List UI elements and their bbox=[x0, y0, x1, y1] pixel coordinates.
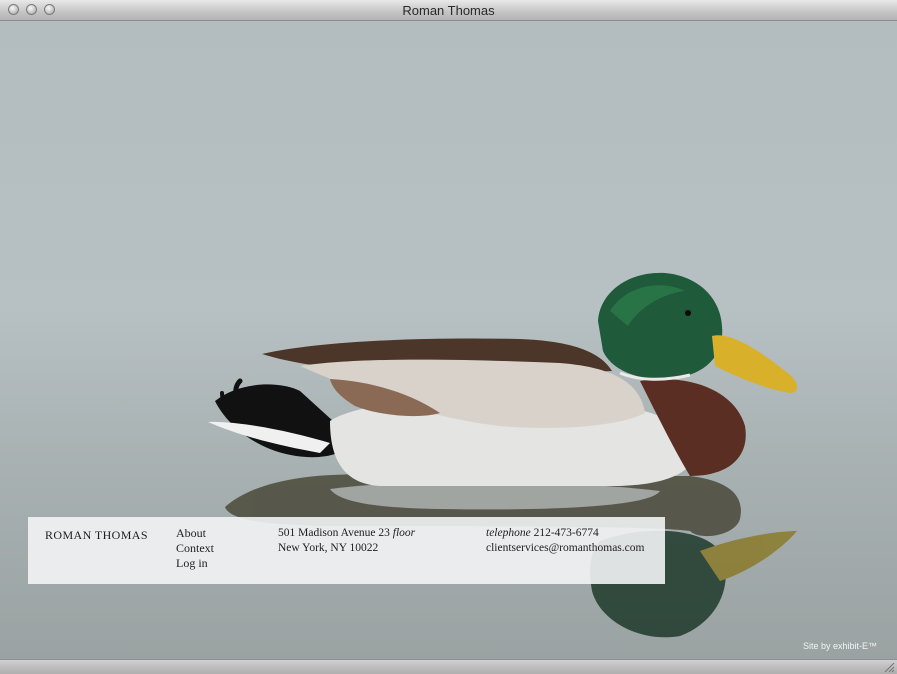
email-link[interactable]: clientservices@romanthomas.com bbox=[486, 541, 644, 556]
nav-link-about[interactable]: About bbox=[176, 526, 214, 541]
info-panel: ROMAN THOMAS About Context Log in 501 Ma… bbox=[28, 517, 665, 584]
phone-label: telephone bbox=[486, 527, 531, 539]
site-nav: About Context Log in bbox=[176, 526, 214, 571]
hero-image: ROMAN THOMAS About Context Log in 501 Ma… bbox=[0, 21, 897, 659]
address-floor: floor bbox=[392, 527, 416, 539]
duck-head bbox=[598, 272, 797, 393]
nav-link-context[interactable]: Context bbox=[176, 541, 214, 556]
site-credit-link[interactable]: Site by exhibit-E™ bbox=[803, 641, 877, 651]
address-block: 501 Madison Avenue 23 floor New York, NY… bbox=[278, 526, 415, 556]
resize-grip-icon[interactable] bbox=[884, 662, 895, 673]
brand-name: ROMAN THOMAS bbox=[45, 528, 148, 542]
address-line2: New York, NY 10022 bbox=[278, 542, 379, 554]
phone-number[interactable]: 212-473-6774 bbox=[534, 527, 599, 539]
window-statusbar bbox=[0, 659, 897, 674]
nav-link-log-in[interactable]: Log in bbox=[176, 556, 214, 571]
address-line1: 501 Madison Avenue 23 bbox=[278, 527, 390, 539]
contact-block: telephone 212-473-6774 clientservices@ro… bbox=[486, 526, 644, 556]
window-titlebar: Roman Thomas bbox=[0, 0, 897, 21]
window-title: Roman Thomas bbox=[402, 3, 495, 18]
